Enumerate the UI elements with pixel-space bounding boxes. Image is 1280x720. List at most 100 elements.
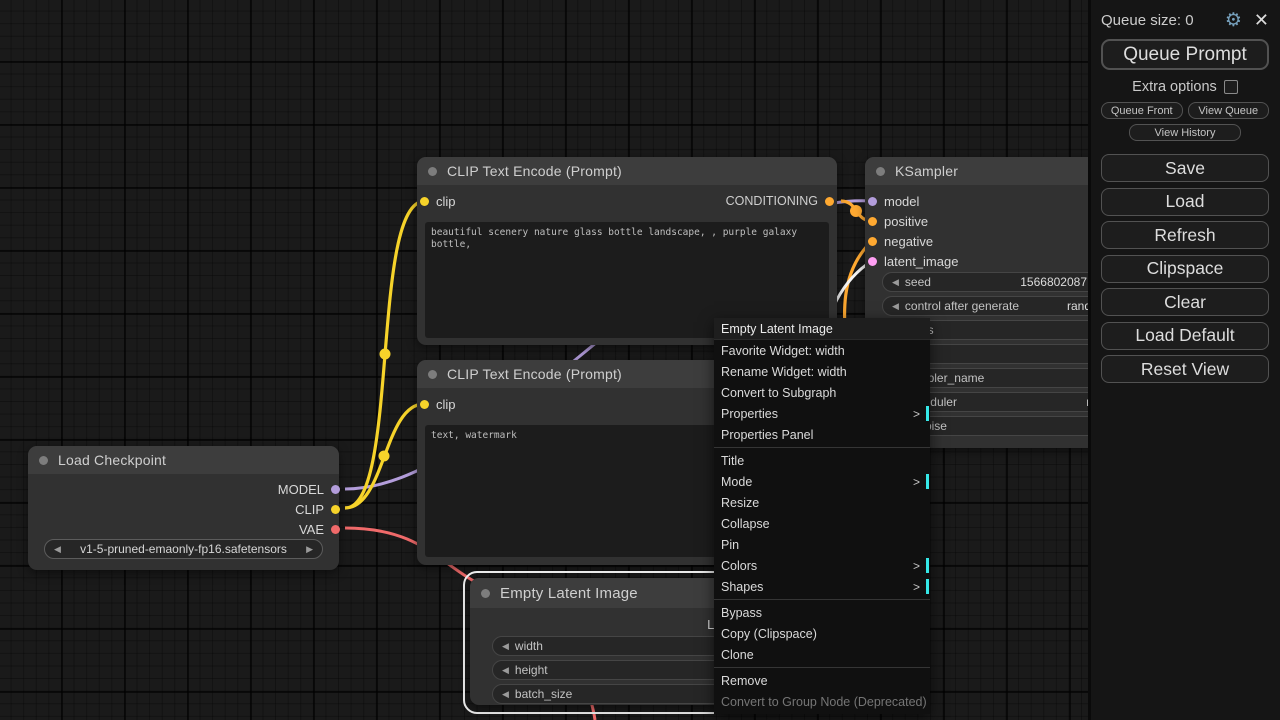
- menu-item-label: Pin: [721, 538, 739, 552]
- queue-prompt-button[interactable]: Queue Prompt: [1101, 39, 1269, 70]
- input-model: model: [868, 193, 919, 209]
- widget-left-arrow-icon[interactable]: ◀: [502, 665, 509, 676]
- menu-item-copy-clipspace[interactable]: Copy (Clipspace): [714, 623, 930, 644]
- ckpt-name-combo[interactable]: ◀ v1-5-pruned-emaonly-fp16.safetensors ▶: [44, 539, 323, 559]
- menu-item-convert-to-subgraph[interactable]: Convert to Subgraph: [714, 382, 930, 403]
- submenu-arrow-icon: >: [913, 475, 920, 489]
- load-default-button[interactable]: Load Default: [1101, 322, 1269, 350]
- combo-right-arrow-icon[interactable]: ▶: [306, 544, 313, 555]
- menu-item-label: Properties: [721, 407, 778, 421]
- menu-item-collapse[interactable]: Collapse: [714, 513, 930, 534]
- extra-options-checkbox[interactable]: [1224, 80, 1238, 94]
- menu-item-title[interactable]: Title: [714, 450, 930, 471]
- input-label: model: [884, 194, 919, 209]
- output-label: VAE: [299, 522, 324, 537]
- submenu-arrow-icon: >: [913, 407, 920, 421]
- menu-item-resize[interactable]: Resize: [714, 492, 930, 513]
- menu-item-label: Convert to Group Node (Deprecated): [721, 695, 927, 709]
- submenu-caret-bar: [926, 558, 929, 573]
- view-queue-button[interactable]: View Queue: [1188, 102, 1270, 119]
- menu-separator: [714, 667, 930, 668]
- menu-item-shapes[interactable]: Shapes>: [714, 576, 930, 597]
- clip-slot-dot[interactable]: [331, 505, 340, 514]
- menu-item-clone[interactable]: Clone: [714, 644, 930, 665]
- reset-view-button[interactable]: Reset View: [1101, 355, 1269, 383]
- node-clip-text-encode-positive[interactable]: CLIP Text Encode (Prompt) clip CONDITION…: [417, 157, 837, 345]
- collapse-dot-icon[interactable]: [876, 167, 885, 176]
- latent-slot-dot[interactable]: [868, 257, 877, 266]
- widget-label: control after generate: [905, 299, 1019, 313]
- collapse-dot-icon[interactable]: [39, 456, 48, 465]
- collapse-dot-icon[interactable]: [428, 167, 437, 176]
- menu-item-colors[interactable]: Colors>: [714, 555, 930, 576]
- node-load-checkpoint[interactable]: Load Checkpoint MODEL CLIP VAE ◀ v1-5-pr…: [28, 446, 339, 570]
- menu-item-label: Convert to Subgraph: [721, 386, 836, 400]
- close-icon[interactable]: ✕: [1254, 11, 1269, 29]
- submenu-caret-bar: [926, 579, 929, 594]
- submenu-caret-bar: [926, 474, 929, 489]
- menu-item-bypass[interactable]: Bypass: [714, 602, 930, 623]
- widget-label: height: [515, 663, 548, 677]
- menu-item-label: Clone: [721, 648, 754, 662]
- save-button[interactable]: Save: [1101, 154, 1269, 182]
- view-history-button[interactable]: View History: [1129, 124, 1241, 141]
- menu-item-label: Title: [721, 454, 744, 468]
- menu-item-convert-to-group-node: Convert to Group Node (Deprecated): [714, 691, 930, 712]
- output-vae: VAE: [299, 521, 340, 537]
- input-clip: clip: [420, 193, 456, 209]
- comfy-menu-panel: Queue size: 0 ⚙ ✕ Queue Prompt Extra opt…: [1088, 0, 1280, 720]
- refresh-button[interactable]: Refresh: [1101, 221, 1269, 249]
- widget-left-arrow-icon[interactable]: ◀: [892, 301, 899, 312]
- conditioning-slot-dot[interactable]: [868, 217, 877, 226]
- menu-item-rename-widget[interactable]: Rename Widget: width: [714, 361, 930, 382]
- input-latent-image: latent_image: [868, 253, 958, 269]
- widget-left-arrow-icon[interactable]: ◀: [892, 277, 899, 288]
- menu-item-label: Remove: [721, 674, 768, 688]
- clip-slot-dot[interactable]: [420, 197, 429, 206]
- conditioning-slot-dot[interactable]: [825, 197, 834, 206]
- menu-item-pin[interactable]: Pin: [714, 534, 930, 555]
- menu-item-favorite-widget[interactable]: Favorite Widget: width: [714, 340, 930, 361]
- input-clip: clip: [420, 396, 456, 412]
- clear-button[interactable]: Clear: [1101, 288, 1269, 316]
- menu-item-mode[interactable]: Mode >: [714, 471, 930, 492]
- widget-left-arrow-icon[interactable]: ◀: [502, 641, 509, 652]
- queue-front-button[interactable]: Queue Front: [1101, 102, 1183, 119]
- node-title: Load Checkpoint: [58, 452, 166, 468]
- widget-label: width: [515, 639, 543, 653]
- widget-label: batch_size: [515, 687, 572, 701]
- clip-slot-dot[interactable]: [420, 400, 429, 409]
- node-header[interactable]: Load Checkpoint: [28, 446, 339, 474]
- menu-item-label: Colors: [721, 559, 757, 573]
- menu-separator: [714, 599, 930, 600]
- model-slot-dot[interactable]: [868, 197, 877, 206]
- load-button[interactable]: Load: [1101, 188, 1269, 216]
- output-label: CLIP: [295, 502, 324, 517]
- menu-item-remove[interactable]: Remove: [714, 670, 930, 691]
- menu-item-label: Bypass: [721, 606, 762, 620]
- extra-options-label: Extra options: [1132, 79, 1217, 95]
- model-slot-dot[interactable]: [331, 485, 340, 494]
- queue-size-label: Queue size: 0: [1101, 12, 1225, 29]
- collapse-dot-icon[interactable]: [481, 589, 490, 598]
- widget-left-arrow-icon[interactable]: ◀: [502, 689, 509, 700]
- output-conditioning: CONDITIONING: [726, 193, 834, 209]
- settings-gear-icon[interactable]: ⚙: [1225, 11, 1242, 30]
- collapse-dot-icon[interactable]: [428, 370, 437, 379]
- node-context-menu: Empty Latent Image Favorite Widget: widt…: [714, 318, 930, 714]
- menu-item-properties[interactable]: Properties >: [714, 403, 930, 424]
- input-positive: positive: [868, 213, 928, 229]
- menu-item-label: Rename Widget: width: [721, 365, 847, 379]
- clipspace-button[interactable]: Clipspace: [1101, 255, 1269, 283]
- combo-left-arrow-icon[interactable]: ◀: [54, 544, 61, 555]
- menu-item-properties-panel[interactable]: Properties Panel: [714, 424, 930, 445]
- output-label: MODEL: [278, 482, 324, 497]
- input-label: clip: [436, 397, 456, 412]
- menu-item-label: Collapse: [721, 517, 770, 531]
- node-header[interactable]: CLIP Text Encode (Prompt): [417, 157, 837, 185]
- vae-slot-dot[interactable]: [331, 525, 340, 534]
- widget-label: seed: [905, 275, 931, 289]
- menu-item-label: Mode: [721, 475, 752, 489]
- conditioning-slot-dot[interactable]: [868, 237, 877, 246]
- submenu-arrow-icon: >: [913, 580, 920, 594]
